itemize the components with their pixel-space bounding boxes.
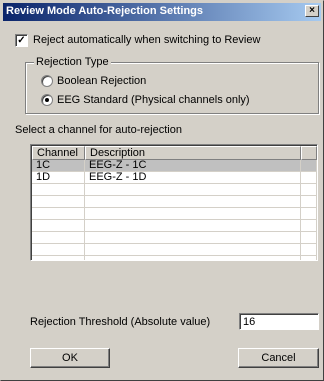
empty-row — [32, 220, 317, 232]
cancel-button[interactable]: Cancel — [238, 348, 319, 368]
column-header-filler — [301, 146, 317, 160]
empty-row — [32, 208, 317, 220]
ok-button[interactable]: OK — [30, 348, 110, 368]
channel-list-rows: 1C EEG-Z - 1C 1D EEG-Z - 1D — [32, 160, 317, 260]
cell-description: EEG-Z - 1D — [85, 172, 301, 183]
cell-channel: 1C — [32, 160, 85, 171]
reject-auto-checkbox[interactable]: ✓ — [15, 34, 28, 47]
cell-filler — [301, 160, 317, 171]
dialog-window: Review Mode Auto-Rejection Settings × ✓ … — [0, 0, 324, 381]
column-header-description[interactable]: Description — [85, 146, 301, 160]
checkmark-icon: ✓ — [17, 35, 26, 46]
threshold-label: Rejection Threshold (Absolute value) — [30, 316, 211, 328]
empty-row — [32, 256, 317, 260]
radio-selected-dot — [45, 98, 49, 102]
threshold-input[interactable] — [239, 313, 319, 330]
channel-list[interactable]: Channel Description 1C EEG-Z - 1C 1D EEG… — [30, 144, 318, 261]
title-bar[interactable]: Review Mode Auto-Rejection Settings × — [3, 3, 321, 21]
reject-auto-label[interactable]: Reject automatically when switching to R… — [33, 34, 260, 46]
radio-boolean-rejection-label[interactable]: Boolean Rejection — [57, 75, 146, 87]
cell-description: EEG-Z - 1C — [85, 160, 301, 171]
radio-eeg-standard[interactable] — [41, 94, 53, 106]
table-row[interactable]: 1D EEG-Z - 1D — [32, 172, 317, 184]
channel-select-label: Select a channel for auto-rejection — [15, 124, 182, 136]
table-row[interactable]: 1C EEG-Z - 1C — [32, 160, 317, 172]
rejection-type-group — [25, 62, 319, 114]
radio-boolean-rejection[interactable] — [41, 75, 53, 87]
empty-row — [32, 196, 317, 208]
window-title: Review Mode Auto-Rejection Settings — [6, 5, 204, 17]
cell-channel: 1D — [32, 172, 85, 183]
rejection-type-legend: Rejection Type — [34, 56, 111, 68]
empty-row — [32, 232, 317, 244]
column-header-channel[interactable]: Channel — [32, 146, 85, 160]
empty-row — [32, 244, 317, 256]
cell-filler — [301, 172, 317, 183]
empty-row — [32, 184, 317, 196]
close-icon: × — [309, 5, 315, 16]
close-button[interactable]: × — [305, 5, 319, 17]
radio-eeg-standard-label[interactable]: EEG Standard (Physical channels only) — [57, 94, 250, 106]
channel-list-header: Channel Description — [32, 146, 317, 160]
